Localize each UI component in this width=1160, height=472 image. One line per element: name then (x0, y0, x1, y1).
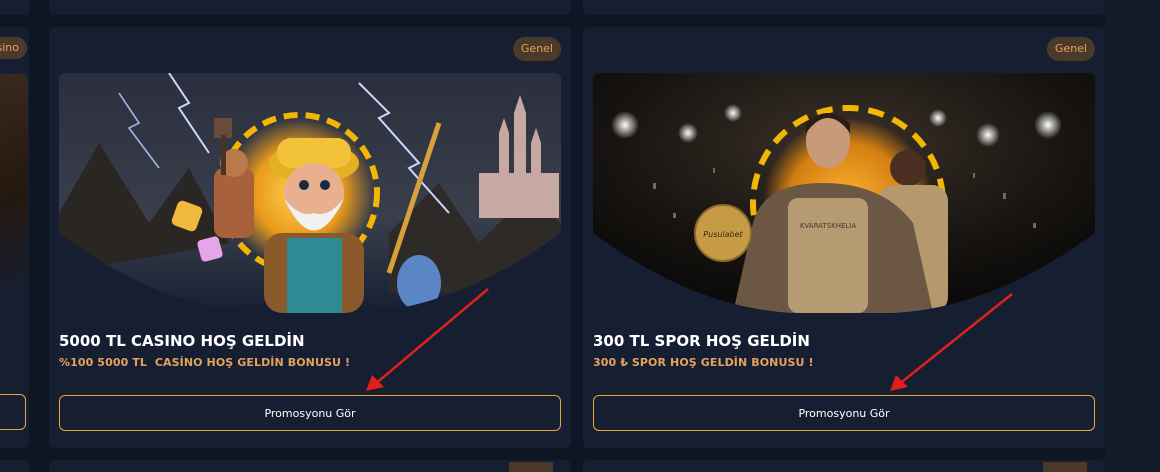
promo-card-partial (0, 0, 30, 15)
promotions-page: asino Genel (0, 0, 1160, 472)
promo-image (0, 74, 28, 299)
promo-card-casino: Genel 5000 TL CASINO HOŞ GELDİN %100 500… (49, 27, 571, 448)
category-badge: Genel (1046, 37, 1095, 61)
promo-image-casino (59, 73, 561, 313)
promo-subtitle: 300 ₺ SPOR HOŞ GELDİN BONUSU ! (593, 356, 814, 369)
promo-subtitle: %100 5000 TL CASİNO HOŞ GELDİN BONUSU ! (59, 356, 351, 369)
promo-card-partial (0, 460, 30, 472)
view-promo-button[interactable]: Promosyonu Gör (593, 395, 1095, 431)
promo-card-partial (49, 0, 571, 15)
view-promo-button[interactable]: Promosyonu Gör (59, 395, 561, 431)
category-badge (509, 462, 553, 472)
promo-card-partial (583, 0, 1105, 15)
promo-card-partial (49, 460, 571, 472)
promo-image-sport: KVARATSKHELIA Pusulabet (593, 73, 1095, 313)
category-badge: Genel (512, 37, 561, 61)
promo-card-left: asino (0, 27, 29, 448)
promo-card-sport: Genel KVARATSKHELIA Pusulabet 300 TL SPO… (583, 27, 1105, 448)
promo-card-partial (583, 460, 1105, 472)
promo-title: 5000 TL CASINO HOŞ GELDİN (59, 332, 305, 350)
jersey-text: KVARATSKHELIA (800, 222, 857, 230)
promo-title: 300 TL SPOR HOŞ GELDİN (593, 332, 810, 350)
view-promo-button[interactable] (0, 394, 26, 430)
ball-brand-text: Pusulabet (703, 230, 743, 239)
category-badge: asino (0, 37, 27, 59)
right-gutter (1105, 0, 1160, 472)
category-badge (1043, 462, 1087, 472)
